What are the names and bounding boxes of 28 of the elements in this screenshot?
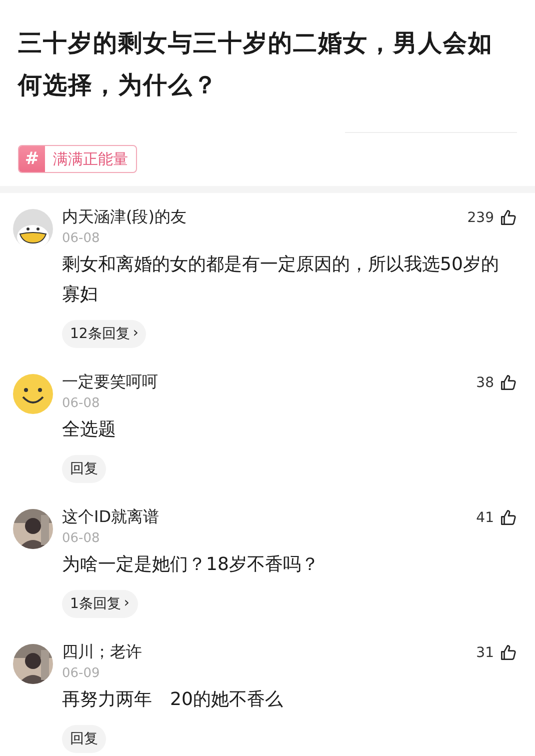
user-name[interactable]: 四川；老许 bbox=[62, 642, 476, 663]
comment-date: 06-08 bbox=[62, 396, 100, 411]
topic-tag[interactable]: # 满满正能量 bbox=[18, 145, 137, 173]
comment-date: 06-08 bbox=[62, 531, 100, 546]
user-name[interactable]: 一定要笑呵呵 bbox=[62, 372, 476, 393]
like-count: 239 bbox=[467, 210, 494, 226]
comment-text: 剩女和离婚的女的都是有一定原因的，所以我选50岁的寡妇 bbox=[62, 253, 500, 307]
thumbs-up-icon[interactable] bbox=[500, 509, 517, 526]
like-count: 41 bbox=[476, 510, 494, 526]
thumbs-up-icon[interactable] bbox=[500, 209, 517, 226]
reply-button[interactable]: 1条回复 › bbox=[62, 590, 138, 618]
smiley-icon bbox=[13, 374, 53, 414]
comment-text: 再努力两年 20的她不香么 bbox=[62, 688, 283, 712]
user-name[interactable]: 内天涵津(段)的友 bbox=[62, 207, 468, 228]
article-title: 三十岁的剩女与三十岁的二婚女，男人会如何选择，为什么？ bbox=[18, 27, 494, 101]
reply-button[interactable]: 回复 bbox=[62, 725, 106, 753]
reply-button[interactable]: 回复 bbox=[62, 455, 106, 483]
comment-text: 全选题 bbox=[62, 418, 116, 442]
thumbs-up-icon[interactable] bbox=[500, 374, 517, 391]
like-count: 38 bbox=[476, 374, 494, 390]
comment-text: 为啥一定是她们？18岁不香吗？ bbox=[62, 553, 319, 577]
like-count: 31 bbox=[476, 644, 494, 660]
reply-button[interactable]: 12条回复 › bbox=[62, 320, 146, 348]
user-name[interactable]: 这个ID就离谱 bbox=[62, 507, 476, 528]
comment-date: 06-08 bbox=[62, 231, 100, 246]
comment-date: 06-09 bbox=[62, 666, 100, 681]
avatar-icon bbox=[13, 209, 53, 249]
thumbs-up-icon[interactable] bbox=[500, 644, 517, 661]
